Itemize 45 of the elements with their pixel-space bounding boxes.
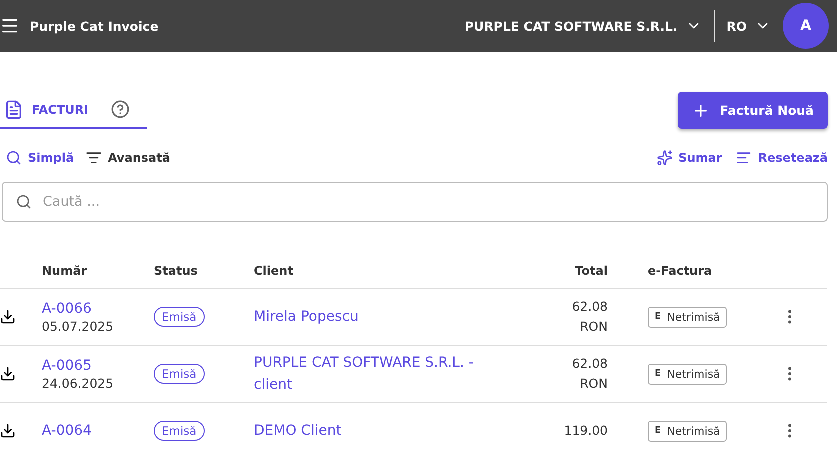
language-selector[interactable]: RO [714, 18, 783, 34]
search-icon [6, 150, 22, 166]
search-field[interactable]: Caută ... [2, 182, 828, 222]
help-icon[interactable] [110, 100, 130, 119]
download-icon[interactable] [0, 309, 16, 325]
total-amount: 119.00 [564, 422, 608, 440]
efactura-status-chip[interactable]: E Netrimisă [648, 306, 728, 328]
document-icon [4, 100, 24, 120]
total-amount: 62.08 [572, 298, 608, 316]
invoice-date: 05.07.2025 [42, 318, 114, 334]
search-mode-button[interactable]: Avansată [86, 150, 170, 166]
filter-list-icon [86, 150, 102, 166]
lines-icon [736, 150, 752, 166]
download-icon[interactable] [0, 423, 16, 439]
download-icon[interactable] [0, 366, 16, 382]
app-title: Purple Cat Invoice [30, 18, 160, 34]
client-link[interactable]: DEMO Client [254, 420, 342, 442]
currency: RON [580, 318, 608, 336]
user-avatar[interactable]: A [783, 3, 829, 49]
client-link[interactable]: Mirela Popescu [254, 306, 359, 328]
company-selector[interactable]: PURPLE CAT SOFTWARE S.R.L. [452, 18, 714, 34]
column-header: Status [154, 264, 254, 289]
column-header: Număr [42, 264, 154, 289]
summary-button[interactable]: Sumar [656, 150, 722, 166]
status-badge: Emisă [154, 307, 205, 327]
column-header: e-Factura [648, 264, 781, 289]
invoice-number-link[interactable]: A-0066 [42, 300, 92, 316]
currency: RON [580, 375, 608, 393]
client-link[interactable]: PURPLE CAT SOFTWARE S.R.L. - client [254, 352, 504, 396]
column-header: Client [254, 264, 504, 289]
reset-button[interactable]: Resetează [736, 150, 828, 166]
invoice-number-link[interactable]: A-0065 [42, 358, 92, 374]
search-mode-button[interactable]: Simplă [6, 150, 74, 166]
new-invoice-button[interactable]: Factură Nouă [678, 92, 828, 129]
column-header: Total [504, 264, 608, 289]
invoices-tab[interactable]: FACTURI [0, 92, 147, 129]
invoice-date: 24.06.2025 [42, 376, 114, 390]
total-amount: 62.08 [572, 355, 608, 373]
status-badge: Emisă [154, 364, 205, 384]
sparkles-icon [656, 150, 673, 166]
status-badge: Emisă [154, 421, 205, 441]
search-icon [16, 194, 32, 210]
efactura-status-chip[interactable]: E Netrimisă [648, 364, 728, 384]
efactura-status-chip[interactable]: E Netrimisă [648, 420, 728, 442]
invoice-number-link[interactable]: A-0064 [42, 423, 92, 439]
